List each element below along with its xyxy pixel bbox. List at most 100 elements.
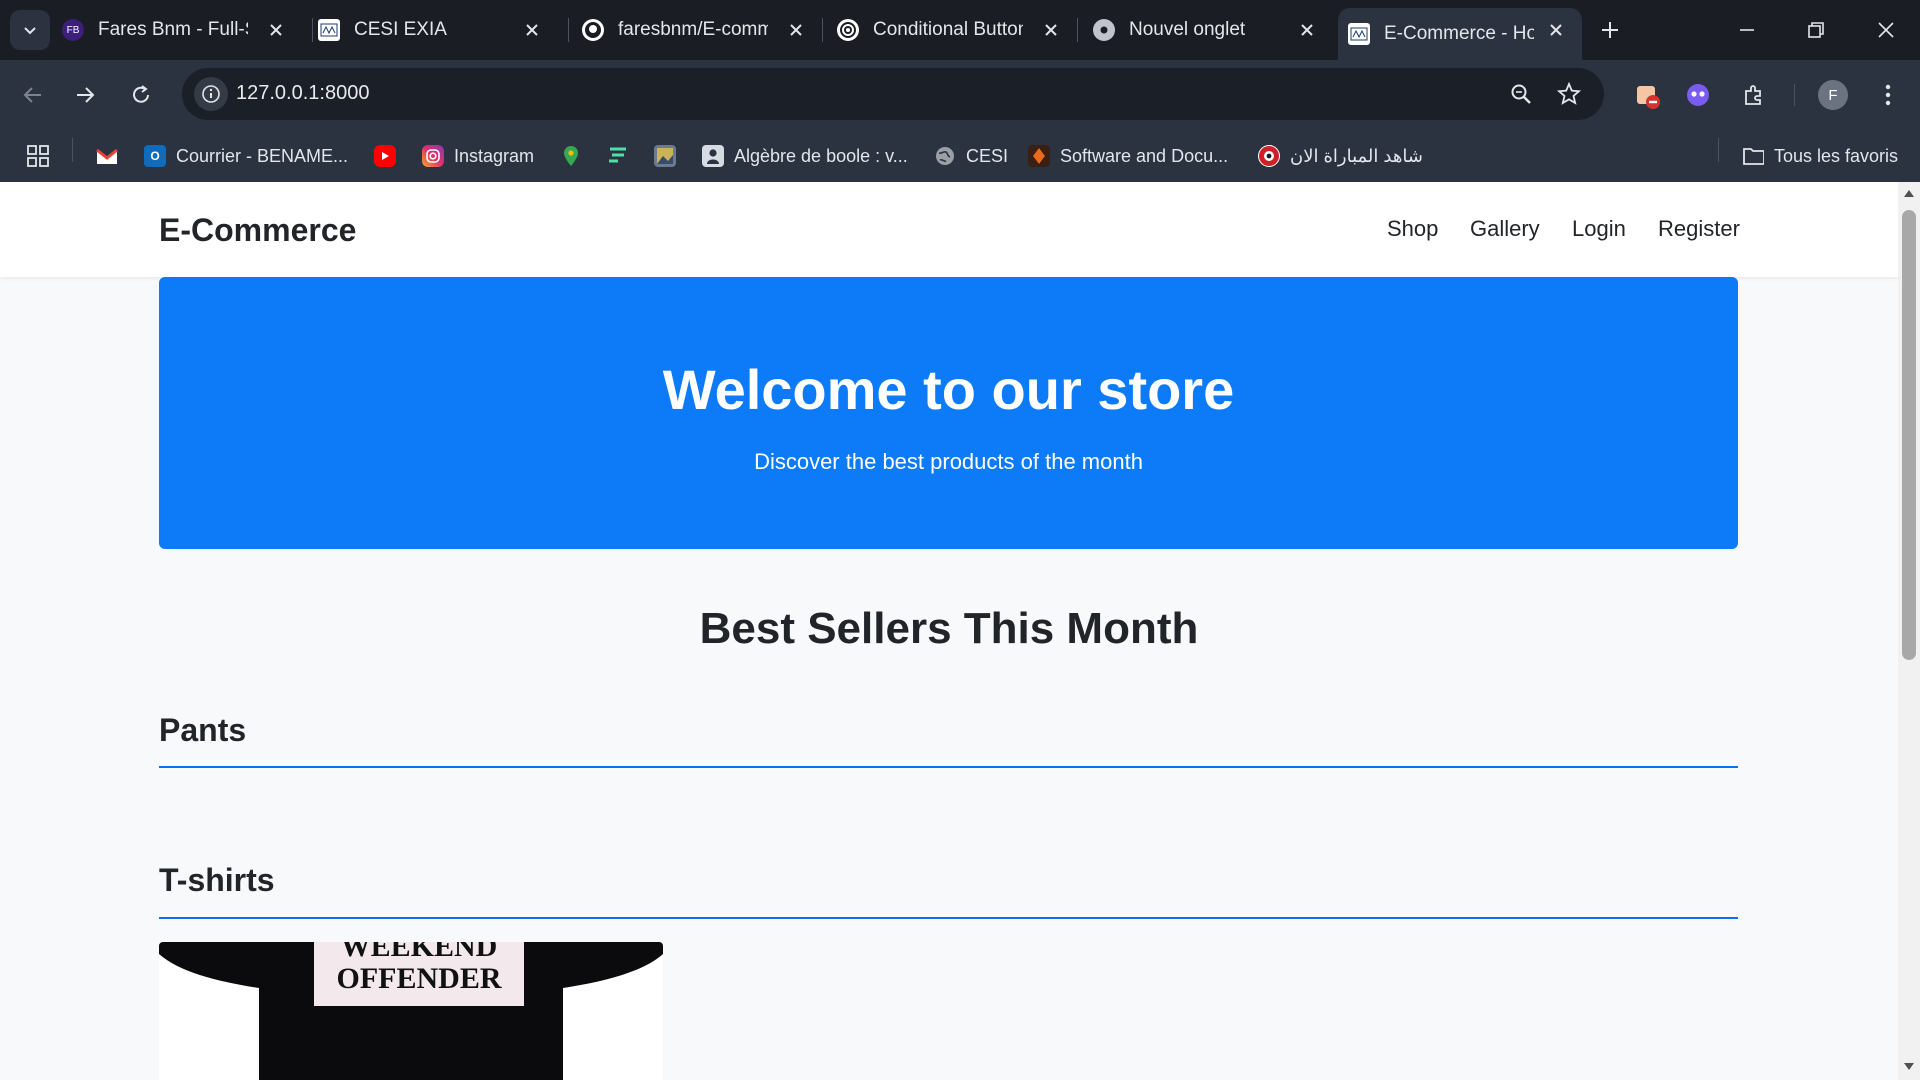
arrow-right-icon xyxy=(77,87,95,103)
forward-button[interactable] xyxy=(66,76,104,114)
youtube-icon xyxy=(374,145,396,167)
tab-fares[interactable]: FB Fares Bnm - Full-St xyxy=(62,8,302,52)
tab-ecommerce[interactable]: E-Commerce - Hor xyxy=(1338,8,1582,60)
restore-icon xyxy=(1808,22,1824,38)
bookmark-label: Algèbre de boole : v... xyxy=(734,145,908,166)
brand-logo[interactable]: E-Commerce xyxy=(159,212,356,249)
zoom-icon[interactable] xyxy=(1508,81,1534,107)
instagram-icon xyxy=(422,145,444,167)
nav-link-register[interactable]: Register xyxy=(1658,216,1740,242)
bookmark-photo[interactable] xyxy=(654,142,686,170)
restore-button[interactable] xyxy=(1800,14,1832,46)
tab-divider xyxy=(822,18,823,42)
back-button[interactable] xyxy=(14,76,52,114)
tab-title: Conditional Button xyxy=(873,19,1023,40)
bookmark-label: Instagram xyxy=(454,145,535,166)
all-bookmarks-folder[interactable]: Tous les favoris xyxy=(1742,142,1898,170)
tab-nouvel-onglet[interactable]: Nouvel onglet xyxy=(1093,8,1333,52)
browser-chrome: FB Fares Bnm - Full-St CESI EXIA faresbn… xyxy=(0,0,1920,182)
product-card[interactable]: WEEKEND OFFENDER xyxy=(159,942,663,1080)
close-icon[interactable] xyxy=(1039,18,1063,42)
bookmarks-bar: O Courrier - BENAME... Instagram Algèbre… xyxy=(0,130,1920,182)
tab-cesi-exia[interactable]: CESI EXIA xyxy=(318,8,558,52)
close-icon[interactable] xyxy=(1295,18,1319,42)
tab-title: CESI EXIA xyxy=(354,19,447,40)
reload-button[interactable] xyxy=(122,76,160,114)
bookmark-youtube[interactable] xyxy=(374,142,406,170)
fb-logo-icon: FB xyxy=(62,19,84,41)
address-bar[interactable]: 127.0.0.1:8000 xyxy=(182,68,1604,120)
bookmark-maps[interactable] xyxy=(560,142,592,170)
tab-divider xyxy=(568,18,569,42)
category-title-pants: Pants xyxy=(159,712,247,748)
profile-avatar[interactable]: F xyxy=(1818,80,1848,110)
extensions-puzzle-icon[interactable] xyxy=(1736,77,1772,113)
tab-conditional[interactable]: Conditional Button xyxy=(837,8,1077,52)
minimize-button[interactable] xyxy=(1731,14,1763,46)
bookmark-label: شاهد المباراة الان xyxy=(1290,145,1423,166)
star-icon[interactable] xyxy=(1556,81,1582,107)
product-image[interactable]: WEEKEND OFFENDER xyxy=(159,942,663,1080)
close-icon[interactable] xyxy=(784,18,808,42)
page-scrollbar[interactable] xyxy=(1898,182,1920,1080)
bookmark-gmail[interactable] xyxy=(96,142,128,170)
tab-title: E-Commerce - Hor xyxy=(1384,23,1534,44)
gmail-icon xyxy=(96,145,118,167)
extension-blocker-icon[interactable] xyxy=(1630,77,1666,113)
arrow-left-icon xyxy=(23,87,41,103)
bookmark-label: CESI xyxy=(966,145,1009,166)
github-icon xyxy=(582,19,604,41)
scroll-up-icon[interactable] xyxy=(1902,186,1916,200)
chevron-down-icon xyxy=(24,27,36,35)
web-page: E-Commerce Shop Gallery Login Register W… xyxy=(0,182,1898,1080)
scroll-down-icon[interactable] xyxy=(1902,1060,1916,1074)
menu-dots-icon[interactable] xyxy=(1870,77,1906,113)
plus-icon xyxy=(1602,22,1618,38)
frame-icon xyxy=(606,145,628,167)
tab-search-button[interactable] xyxy=(10,10,50,50)
software-icon xyxy=(1028,145,1050,167)
close-icon[interactable] xyxy=(264,18,288,42)
minimize-icon xyxy=(1740,29,1754,31)
site-info-icon[interactable] xyxy=(194,77,228,111)
chrome-icon xyxy=(1093,19,1115,41)
category-divider xyxy=(159,917,1738,919)
window-close-button[interactable] xyxy=(1870,14,1902,46)
openai-icon xyxy=(837,19,859,41)
tab-title: Nouvel onglet xyxy=(1129,19,1246,40)
all-bookmarks-label: Tous les favoris xyxy=(1774,145,1899,166)
soccer-icon xyxy=(1258,145,1280,167)
bookmark-arabic[interactable]: شاهد المباراة الان xyxy=(1258,142,1423,170)
new-tab-button[interactable] xyxy=(1594,14,1626,46)
bookmark-software[interactable]: Software and Docu... xyxy=(1028,142,1228,170)
folder-icon xyxy=(1742,145,1764,167)
close-icon xyxy=(1878,22,1894,38)
cesi-icon xyxy=(318,19,340,41)
category-title-tshirts: T-shirts xyxy=(159,862,275,898)
product-print-line2: OFFENDER xyxy=(337,962,502,995)
bookmark-cesi[interactable]: CESI xyxy=(934,142,1008,170)
toolbar-divider xyxy=(1794,84,1795,106)
hero-title: Welcome to our store xyxy=(662,358,1235,421)
nav-link-gallery[interactable]: Gallery xyxy=(1470,216,1540,242)
bookmark-algebre[interactable]: Algèbre de boole : v... xyxy=(702,142,908,170)
bookmark-courrier[interactable]: O Courrier - BENAME... xyxy=(144,142,348,170)
nav-link-login[interactable]: Login xyxy=(1572,216,1626,242)
maps-icon xyxy=(560,145,582,167)
bookmark-label: Courrier - BENAME... xyxy=(176,145,349,166)
category-divider xyxy=(159,766,1738,768)
bookmarks-divider xyxy=(72,138,73,162)
url-text[interactable]: 127.0.0.1:8000 xyxy=(236,82,369,105)
bookmark-frame[interactable] xyxy=(606,142,638,170)
tab-divider xyxy=(1077,18,1078,42)
extension-ghost-icon[interactable] xyxy=(1680,77,1716,113)
photo-icon xyxy=(654,145,676,167)
close-icon[interactable] xyxy=(520,18,544,42)
apps-grid-icon[interactable] xyxy=(26,142,50,170)
scrollbar-thumb[interactable] xyxy=(1902,210,1916,660)
nav-link-shop[interactable]: Shop xyxy=(1387,216,1438,242)
tab-github[interactable]: faresbnm/E-comm xyxy=(582,8,822,52)
bookmark-instagram[interactable]: Instagram xyxy=(422,142,534,170)
section-title: Best Sellers This Month xyxy=(699,604,1199,653)
close-icon[interactable] xyxy=(1544,18,1568,42)
